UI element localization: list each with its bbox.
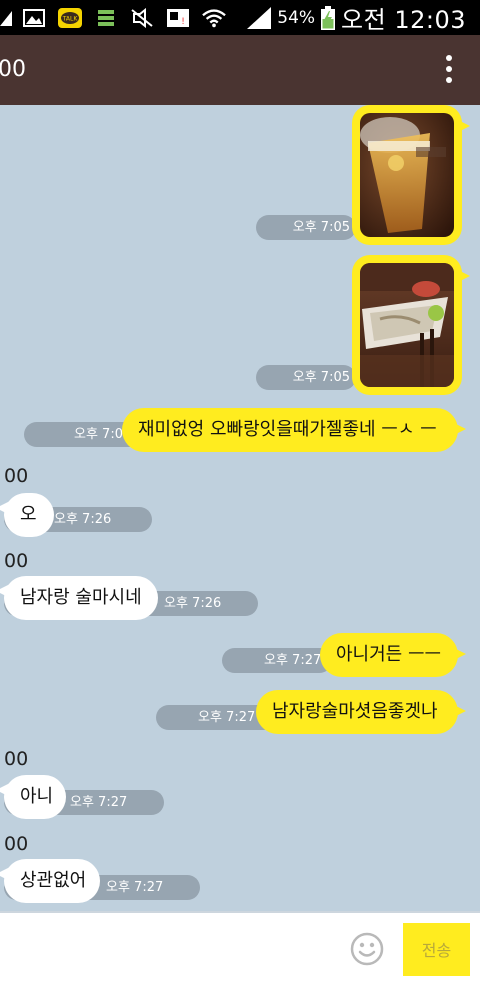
nfc-icon: ! [166, 8, 190, 28]
send-button[interactable]: 전송 [403, 923, 470, 976]
status-bar: TALK ! 54% 오전 12:03 [0, 0, 480, 35]
my-message[interactable]: 남자랑술마셧음좋겟나 [256, 690, 466, 734]
kakaotalk-icon: TALK [58, 7, 82, 28]
photo-message[interactable] [352, 255, 470, 395]
mute-icon [130, 7, 154, 28]
status-right: 54% 오전 12:03 [247, 0, 466, 35]
svg-text:!: ! [181, 17, 185, 27]
message-time: 오후 7:05 [256, 215, 356, 240]
message-input-bar: 전송 [0, 911, 480, 983]
sender-name: 00 [4, 465, 29, 487]
signal-icon [247, 6, 272, 29]
wifi-icon [202, 8, 226, 28]
photo-message[interactable] [352, 105, 470, 245]
chat-area[interactable]: 오후 7:05 오후 7:05 오후 7:06 재미없엉 오빠랑잇을때가젤좋네 … [0, 105, 480, 911]
more-vertical-icon[interactable] [442, 55, 456, 87]
their-message[interactable]: 남자랑 술마시네 [0, 576, 158, 620]
my-message[interactable]: 재미없엉 오빠랑잇을때가젤좋네 ㅡㅅ ㅡ [122, 408, 466, 452]
notification-icons: TALK ! [0, 0, 238, 35]
message-input[interactable] [0, 913, 340, 983]
battery-percent: 54% [277, 7, 316, 28]
gallery-icon [22, 8, 46, 28]
message-time: 오후 7:05 [256, 365, 356, 390]
their-message[interactable]: 오 [0, 493, 54, 537]
sender-name: 00 [4, 748, 29, 770]
sender-name: 00 [4, 550, 29, 572]
sender-name: 00 [4, 833, 29, 855]
my-message[interactable]: 아니거든 ㅡㅡ [320, 633, 466, 677]
chat-header: 00 [0, 35, 480, 105]
their-message[interactable]: 상관없어 [0, 859, 100, 903]
smiley-icon[interactable] [350, 932, 384, 966]
chat-title: 00 [0, 57, 26, 82]
their-message[interactable]: 아니 [0, 775, 66, 819]
message-time: 오후 7:27 [222, 648, 332, 673]
storage-icon [94, 8, 118, 28]
food-photo[interactable] [360, 263, 454, 387]
clock: 오전 12:03 [341, 6, 466, 34]
beer-photo[interactable] [360, 113, 454, 237]
battery-charging-icon [321, 5, 336, 30]
svg-text:TALK: TALK [62, 15, 79, 22]
warning-icon [0, 8, 12, 28]
